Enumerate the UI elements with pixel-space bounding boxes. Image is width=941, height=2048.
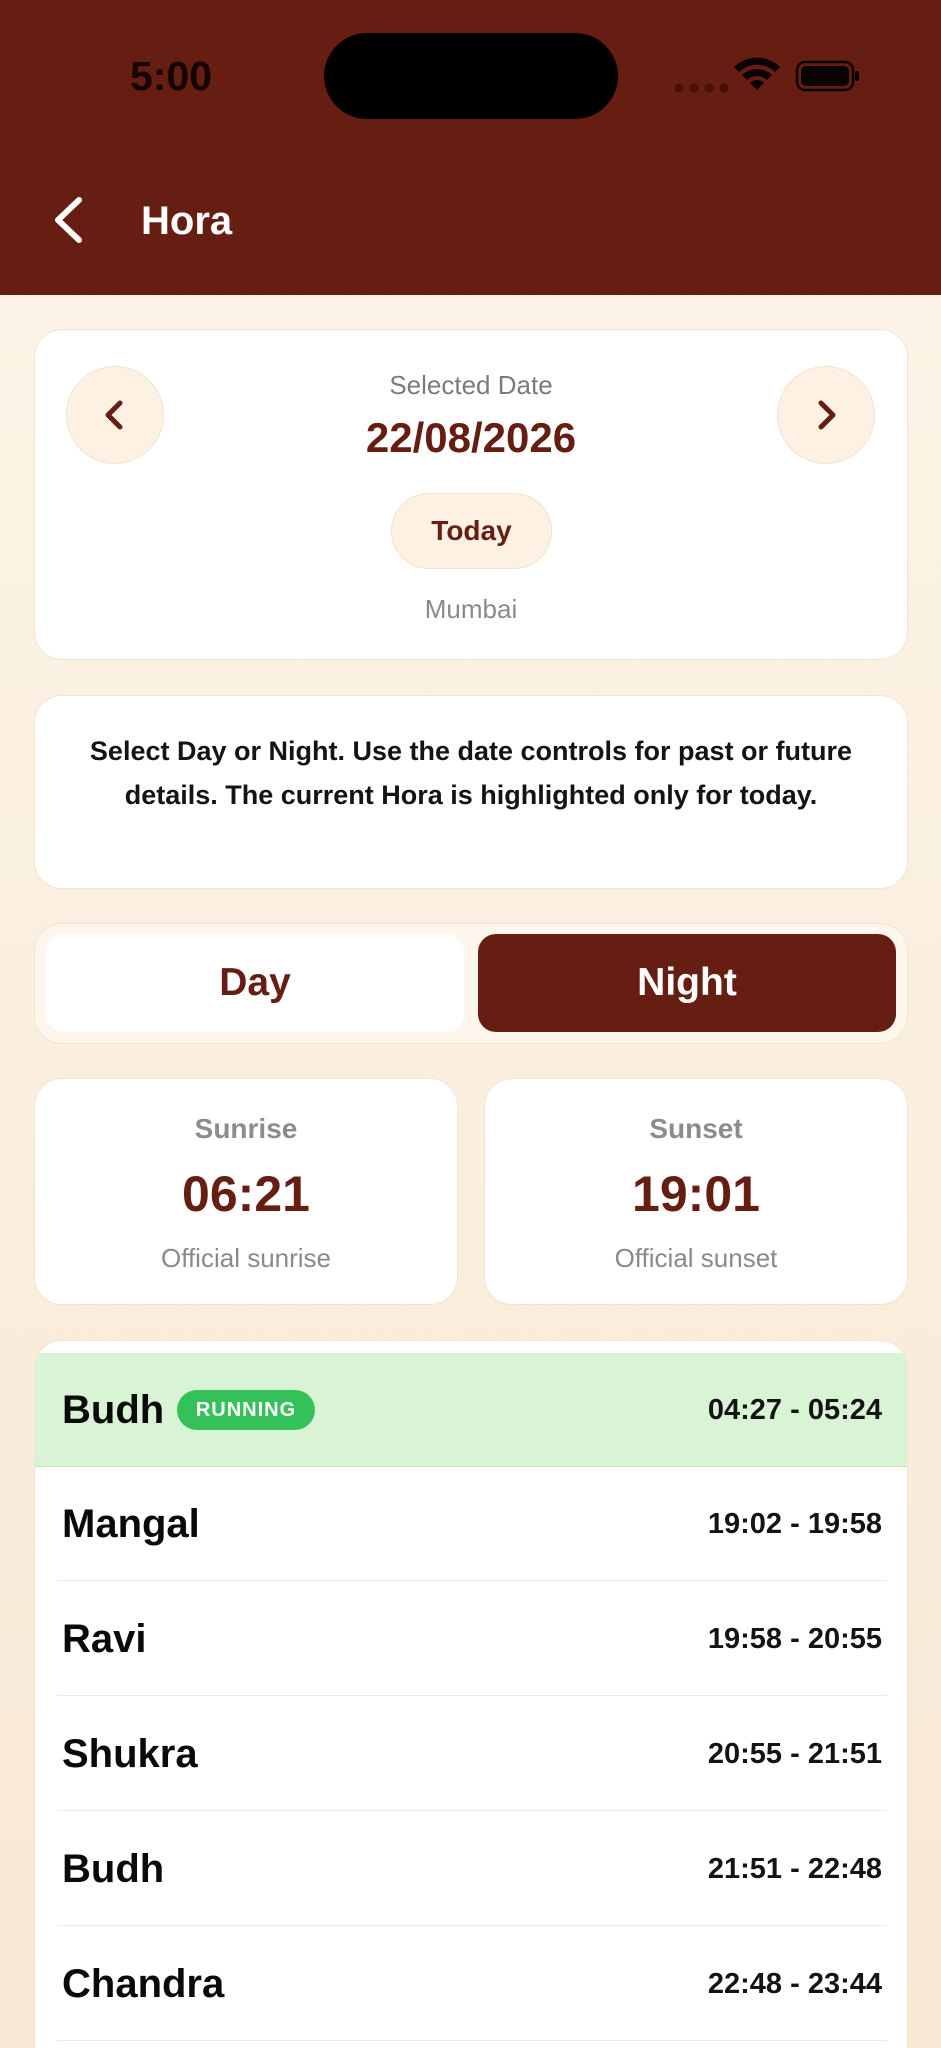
hora-name: Chandra — [62, 1962, 225, 2006]
hora-time: 19:02 - 19:58 — [707, 1508, 882, 1540]
battery-icon — [795, 60, 859, 92]
selected-date-value: 22/08/2026 — [365, 414, 577, 461]
sunset-card: Sunset 19:01 Official sunset — [484, 1078, 908, 1305]
today-button[interactable]: Today — [391, 493, 552, 569]
hora-list: Budh RUNNING 04:27 - 05:24 Mangal 19:02 … — [34, 1340, 908, 2048]
hora-row[interactable]: Shukra 20:55 - 21:51 — [35, 1697, 907, 1811]
hora-time: 20:55 - 21:51 — [707, 1738, 882, 1770]
hora-row[interactable]: Ravi 19:58 - 20:55 — [35, 1582, 907, 1696]
hora-name: Shukra — [62, 1732, 198, 1776]
hora-name: Budh — [62, 1388, 165, 1432]
wifi-icon — [734, 57, 780, 90]
night-segment-button[interactable]: Night — [478, 934, 896, 1032]
date-selector-card: Selected Date 22/08/2026 Today Mumbai — [34, 329, 908, 660]
chevron-left-icon — [55, 197, 82, 243]
hora-row-running[interactable]: Budh RUNNING 04:27 - 05:24 — [35, 1353, 907, 1467]
signal-dots-icon — [674, 83, 729, 93]
sunset-label: Sunset — [649, 1113, 743, 1144]
sunset-time: 19:01 — [632, 1166, 760, 1222]
day-segment-button[interactable]: Day — [46, 934, 464, 1032]
hora-name: Mangal — [62, 1502, 200, 1546]
hora-time: 21:51 - 22:48 — [707, 1853, 882, 1885]
sunrise-time: 06:21 — [182, 1166, 310, 1222]
hora-name: Budh — [62, 1847, 165, 1891]
day-night-toggle: Day Night — [34, 923, 908, 1044]
hora-row[interactable]: Chandra 22:48 - 23:44 — [35, 1927, 907, 2041]
sunrise-card: Sunrise 06:21 Official sunrise — [34, 1078, 458, 1305]
hora-time: 22:48 - 23:44 — [707, 1968, 882, 2000]
dynamic-island — [324, 33, 618, 119]
status-time: 5:00 — [130, 53, 213, 99]
hora-name: Ravi — [62, 1617, 147, 1661]
row-divider — [57, 1924, 887, 1926]
city-label: Mumbai — [424, 594, 518, 624]
selected-date-label: Selected Date — [389, 370, 553, 400]
running-badge: RUNNING — [177, 1390, 315, 1430]
instructions-text: Select Day or Night. Use the date contro… — [89, 736, 853, 810]
app-header: 5:00 Hora — [0, 0, 941, 295]
page-title: Hora — [141, 199, 233, 243]
sunrise-subtitle: Official sunrise — [160, 1243, 332, 1273]
instructions-card: Select Day or Night. Use the date contro… — [34, 695, 908, 889]
next-date-button[interactable] — [777, 366, 875, 464]
hora-time: 19:58 - 20:55 — [707, 1623, 882, 1655]
row-divider — [57, 1809, 887, 1811]
hora-row[interactable]: Mangal 19:02 - 19:58 — [35, 1467, 907, 1581]
row-divider — [57, 1579, 887, 1581]
sunrise-label: Sunrise — [194, 1113, 298, 1144]
row-divider — [57, 2039, 887, 2041]
row-divider — [57, 1694, 887, 1696]
back-button[interactable] — [46, 190, 96, 250]
hora-row[interactable]: Budh 21:51 - 22:48 — [35, 1812, 907, 1926]
status-icons — [672, 54, 862, 98]
hora-time: 04:27 - 05:24 — [707, 1394, 882, 1426]
sunset-subtitle: Official sunset — [614, 1243, 778, 1273]
chevron-right-icon — [818, 400, 836, 430]
